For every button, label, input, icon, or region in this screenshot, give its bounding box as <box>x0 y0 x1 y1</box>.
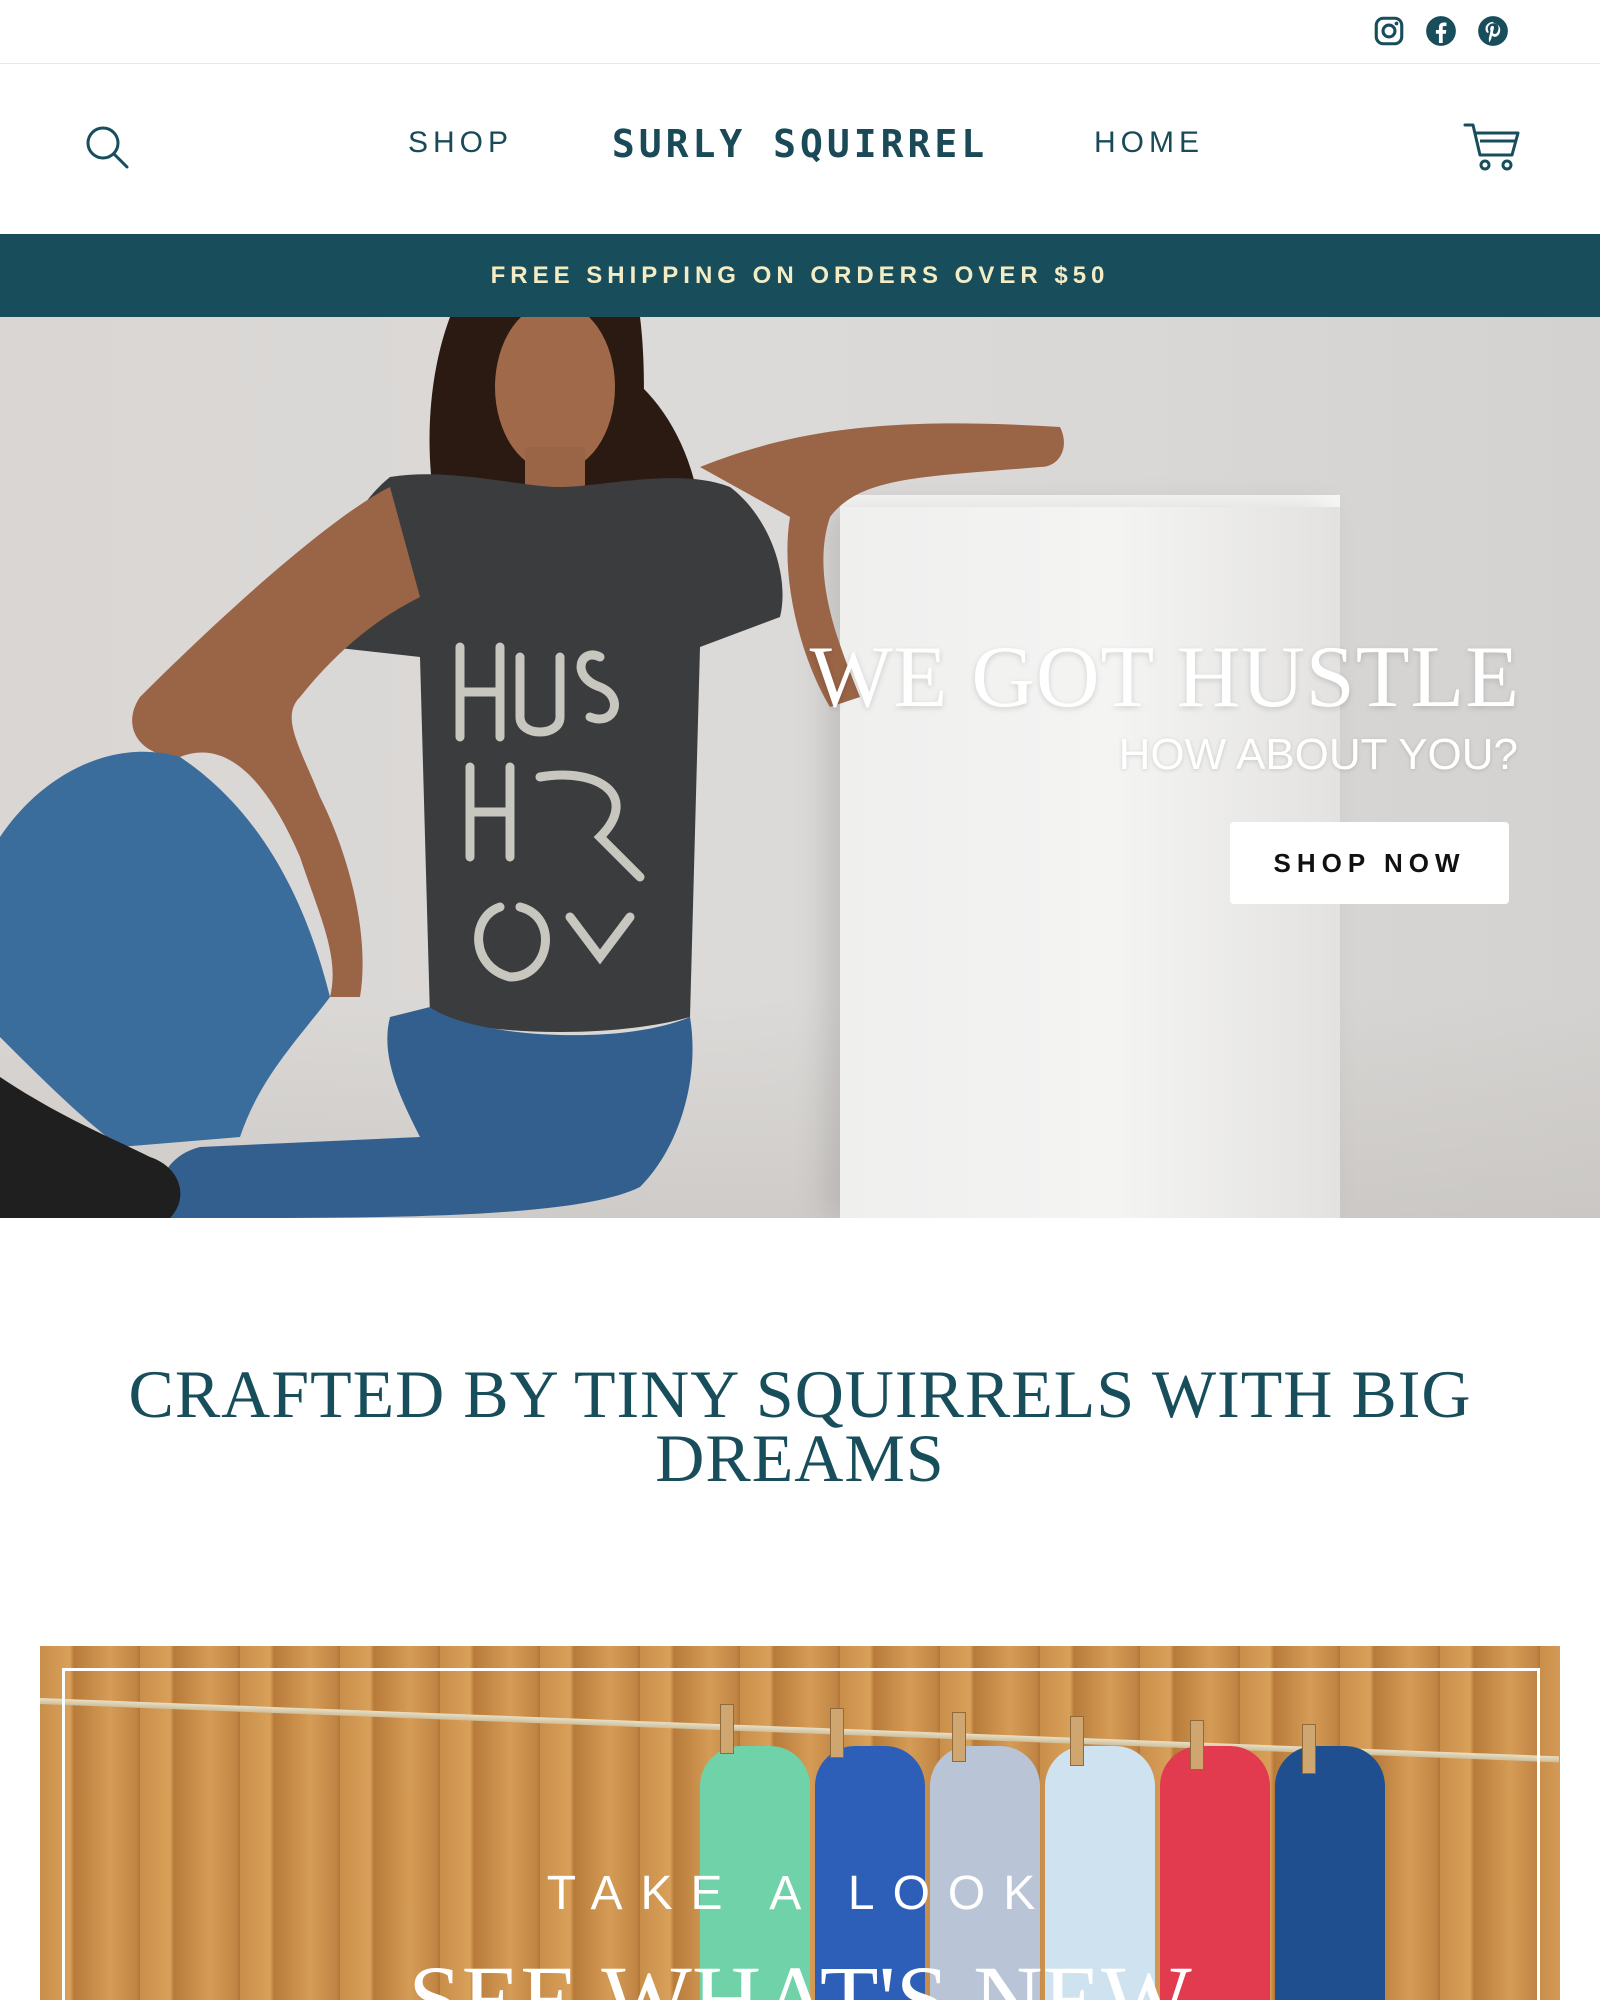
promo-kicker: TAKE A LOOK <box>546 1867 1054 1920</box>
new-arrivals-promo[interactable]: TAKE A LOOK SEE WHAT'S NEW <box>40 1646 1560 2000</box>
announcement-bar: FREE SHIPPING ON ORDERS OVER $50 <box>0 234 1600 317</box>
hero-model-image <box>0 317 1064 1218</box>
search-icon <box>86 126 129 169</box>
social-bar <box>0 0 1600 64</box>
hero-subtitle: HOW ABOUT YOU? <box>1118 730 1518 779</box>
search-button[interactable] <box>82 122 132 172</box>
cart-icon <box>1463 123 1520 171</box>
shop-now-button[interactable]: SHOP NOW <box>1230 822 1509 904</box>
promo-title: SEE WHAT'S NEW <box>408 1946 1192 2000</box>
site-logo[interactable]: SURLY SQUIRREL <box>600 122 1000 166</box>
nav-shop-link[interactable]: SHOP <box>408 126 513 160</box>
pinterest-link[interactable] <box>1472 10 1514 52</box>
facebook-icon <box>1426 16 1456 46</box>
instagram-icon <box>1374 16 1404 46</box>
facebook-link[interactable] <box>1420 10 1462 52</box>
brand-tagline: CRAFTED BY TINY SQUIRRELS WITH BIG DREAM… <box>100 1360 1500 1492</box>
announcement-text: FREE SHIPPING ON ORDERS OVER $50 <box>490 261 1110 289</box>
instagram-link[interactable] <box>1368 10 1410 52</box>
hero-banner: WE GOT HUSTLE HOW ABOUT YOU? SHOP NOW <box>0 317 1600 1218</box>
pinterest-icon <box>1478 16 1508 46</box>
tagline-line-2: DREAMS <box>655 1420 945 1496</box>
hero-title: WE GOT HUSTLE <box>809 629 1520 726</box>
nav-home-link[interactable]: HOME <box>1094 126 1204 160</box>
cart-button[interactable] <box>1462 120 1522 174</box>
